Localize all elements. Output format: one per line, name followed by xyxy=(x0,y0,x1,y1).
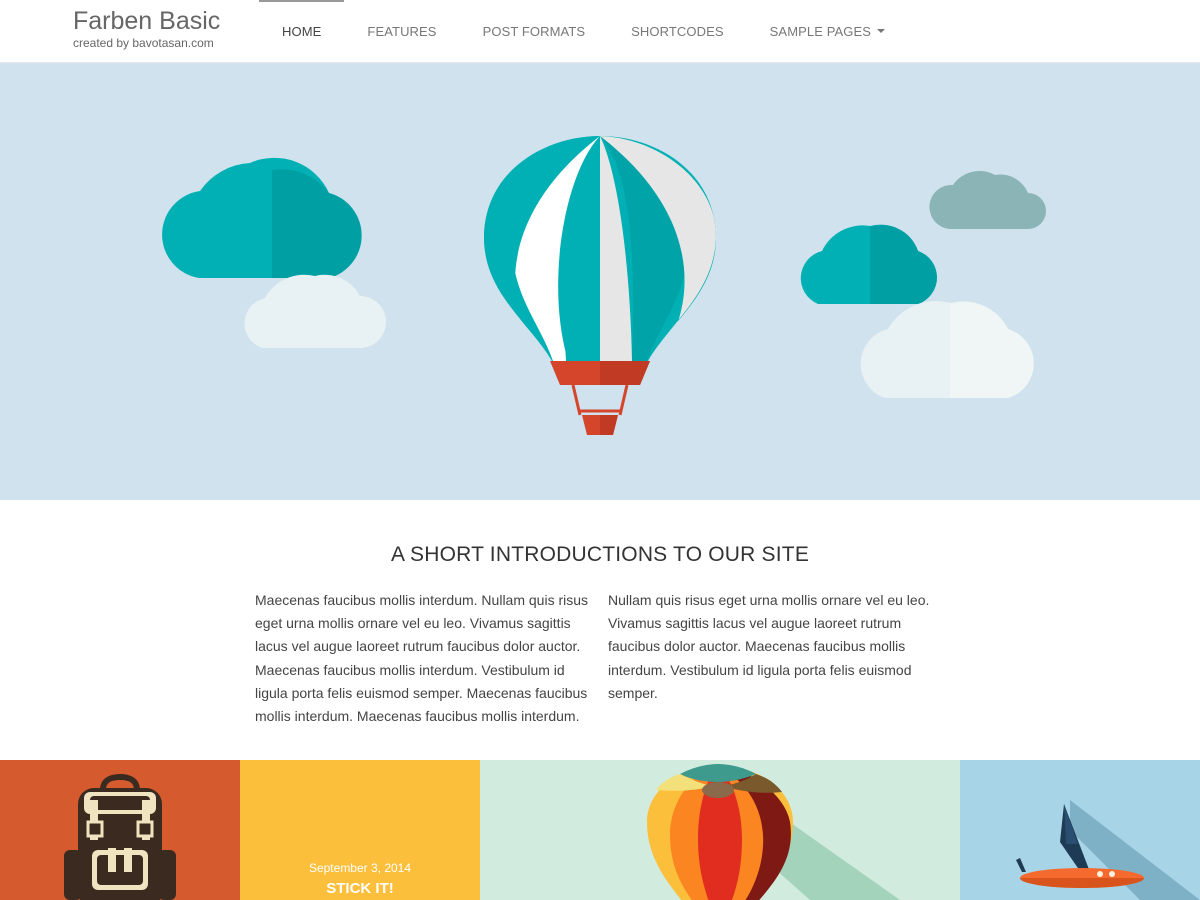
nav-item-label: FEATURES xyxy=(367,23,437,39)
nav-item-label: HOME xyxy=(282,23,322,39)
backpack-icon xyxy=(64,774,176,900)
intro-text-left: Maecenas faucibus mollis interdum. Nulla… xyxy=(255,592,589,725)
main-navigation: HOME FEATURES POST FORMATS SHORTCODES SA… xyxy=(259,0,908,62)
post-grid: September 3, 2014 STICK IT! xyxy=(0,760,1200,900)
caret-down-icon xyxy=(877,29,886,33)
hot-air-balloon-icon xyxy=(647,764,900,900)
cloud-icon xyxy=(244,274,386,348)
nav-item-sample-pages[interactable]: SAMPLE PAGES xyxy=(747,0,908,62)
cloud-icon xyxy=(800,224,937,304)
nav-item-label: POST FORMATS xyxy=(482,23,586,39)
nav-item-label: SAMPLE PAGES xyxy=(769,23,872,39)
post-title[interactable]: STICK IT! xyxy=(240,880,480,897)
intro-heading: A SHORT INTRODUCTIONS TO OUR SITE xyxy=(390,543,810,566)
nav-item-features[interactable]: FEATURES xyxy=(344,0,459,62)
post-tile-backpack[interactable] xyxy=(0,760,240,900)
cloud-icon xyxy=(860,301,1034,398)
site-title[interactable]: Farben Basic xyxy=(73,6,220,36)
post-tile-airplane[interactable] xyxy=(960,760,1200,900)
nav-item-post-formats[interactable]: POST FORMATS xyxy=(460,0,609,62)
cloud-icon xyxy=(162,157,362,278)
nav-item-label: SHORTCODES xyxy=(631,23,724,39)
hero-banner xyxy=(0,63,1200,500)
hot-air-balloon-icon xyxy=(484,136,716,435)
nav-item-home[interactable]: HOME xyxy=(259,0,345,62)
nav-item-shortcodes[interactable]: SHORTCODES xyxy=(608,0,747,62)
post-tile-balloon[interactable] xyxy=(480,760,960,900)
cloud-icon xyxy=(929,170,1046,229)
site-branding[interactable]: Farben Basic created by bavotasan.com xyxy=(73,6,220,50)
intro-text-right: Nullam quis risus eget urna mollis ornar… xyxy=(608,592,930,701)
post-tile-sticky[interactable]: September 3, 2014 STICK IT! xyxy=(240,760,480,900)
hero-illustration xyxy=(162,136,1046,435)
airplane-icon xyxy=(1016,800,1200,900)
post-date: September 3, 2014 xyxy=(308,861,412,875)
site-tagline: created by bavotasan.com xyxy=(73,36,214,50)
site-header: Farben Basic created by bavotasan.com HO… xyxy=(0,0,1200,63)
